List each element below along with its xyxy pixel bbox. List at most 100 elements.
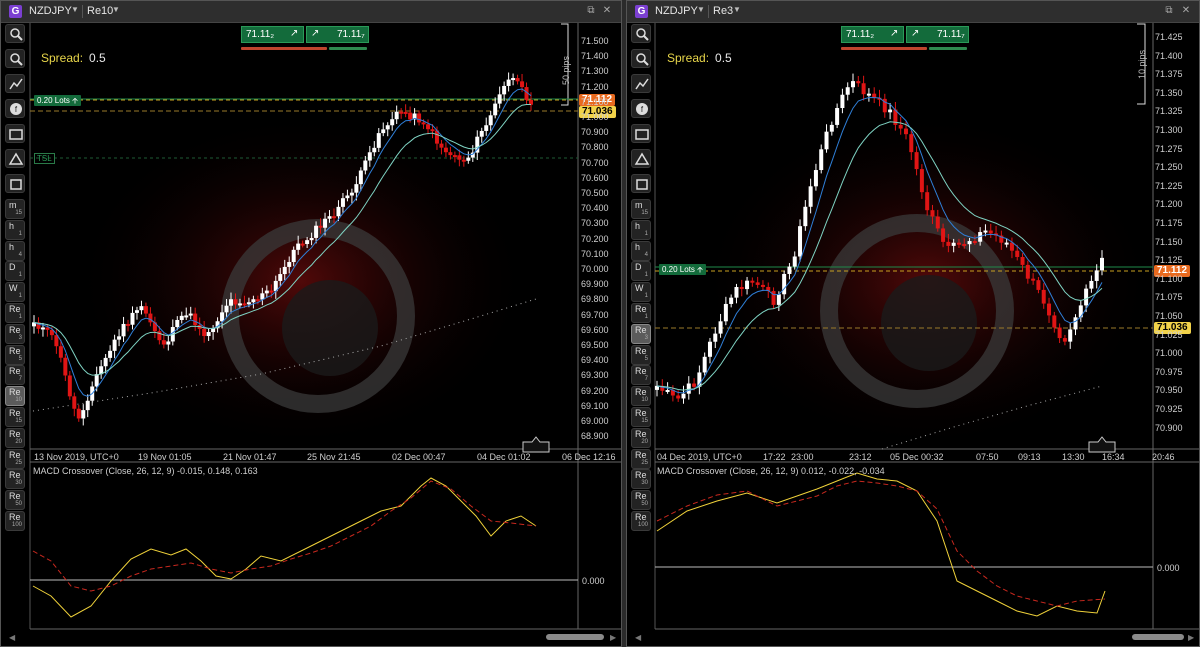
candle-body [925, 192, 930, 211]
candle-body [63, 357, 68, 376]
buy-button[interactable]: ↗ 71.11₇ [906, 26, 969, 43]
candle-body [734, 287, 739, 298]
candle-body [760, 284, 765, 287]
candle-body [202, 328, 207, 337]
arrow-icon: ↗ [911, 28, 920, 39]
price-tick-label: 71.375 [1155, 69, 1183, 80]
candle-body [983, 230, 988, 233]
time-tick-label: 23:12 [849, 452, 872, 462]
candle-body [946, 241, 951, 246]
candle-body [139, 306, 144, 311]
candle [36, 317, 41, 334]
price-tick-label: 70.000 [581, 264, 609, 274]
candle [515, 74, 520, 85]
candle [506, 72, 511, 92]
price-tick-label: 71.100 [1155, 273, 1183, 284]
time-tick-label: 16:34 [1102, 452, 1125, 462]
candle-body [488, 115, 493, 126]
candle-body [1015, 250, 1020, 257]
scroll-left-icon[interactable]: ◀ [9, 633, 15, 642]
candle-body [792, 256, 797, 267]
time-tick-label: 04 Dec 01:02 [477, 452, 531, 462]
candle-body [1094, 270, 1099, 281]
candle-body [112, 339, 117, 351]
time-tick-label: 20:46 [1152, 452, 1175, 462]
candle [702, 352, 707, 376]
price-tick-label: 69.100 [581, 400, 609, 411]
sell-indicator-bar [241, 47, 327, 50]
spread-label: Spread: [41, 51, 84, 65]
candle-body [840, 94, 845, 109]
candle-body [394, 111, 399, 120]
price-tick-label: 69.900 [581, 279, 609, 290]
scroll-right-icon[interactable]: ▶ [1188, 633, 1194, 642]
candle-body [1020, 256, 1025, 265]
candle-body [988, 230, 993, 234]
price-tick-label: 71.200 [1155, 199, 1183, 210]
candle-body [251, 299, 256, 303]
sell-button[interactable]: 71.11₂ ↗ [241, 26, 304, 43]
price-chart[interactable] [1, 1, 622, 647]
candle-body [417, 113, 422, 123]
candle-body [246, 302, 251, 305]
candle-body [755, 282, 760, 285]
candle-body [851, 81, 856, 88]
candle-body [381, 129, 386, 134]
candle-body [935, 216, 940, 229]
price-tick-label: 71.350 [1155, 87, 1183, 98]
candle [85, 394, 90, 418]
time-tick-label: 02 Dec 00:47 [392, 452, 446, 462]
candle [76, 404, 81, 422]
position-label[interactable]: 0.20 Lots 🡩 [659, 264, 706, 275]
candle-body [336, 206, 341, 217]
candle-body [972, 241, 977, 244]
candle [511, 73, 516, 86]
candle-body [354, 184, 359, 193]
time-tick-label: 05 Dec 00:32 [890, 452, 944, 462]
candle-body [782, 273, 787, 295]
candle-body [713, 333, 718, 342]
price-tick-label: 70.500 [581, 188, 609, 198]
spread-label: Spread: [667, 51, 710, 65]
candle [32, 315, 36, 334]
price-tick-label: 68.900 [581, 431, 609, 442]
scroll-right-icon[interactable]: ▶ [610, 633, 616, 642]
candle-body [278, 274, 283, 281]
chart-window-right: G NZDJPY ▼ Re3 ▼ ⧉ ✕ f m 15 h 1 h 4 D 1 W 1 Re 1 Re 3 R… [626, 0, 1200, 647]
position-label[interactable]: 0.20 Lots 🡩 [34, 95, 81, 106]
candle-body [430, 129, 435, 132]
buy-button[interactable]: ↗ 71.11₇ [306, 26, 369, 43]
sell-button[interactable]: 71.11₂ ↗ [841, 26, 904, 43]
candle-body [665, 389, 670, 392]
candle-body [967, 241, 972, 245]
candle-body [718, 321, 723, 334]
candle-body [242, 303, 247, 306]
sell-price: 71.11₂ [846, 29, 875, 40]
scrollbar-thumb[interactable] [1132, 634, 1184, 640]
tsl-label[interactable]: TSL [34, 153, 55, 164]
price-tick-label: 70.975 [1155, 366, 1183, 377]
price-tick-label: 69.800 [581, 294, 609, 305]
candle [479, 127, 484, 143]
candle-body [345, 195, 350, 199]
candle-body [309, 237, 314, 241]
candle-body [479, 130, 484, 137]
candle-body [1068, 329, 1073, 342]
scrollbar-thumb[interactable] [546, 634, 604, 640]
candle-body [861, 83, 866, 95]
candle-body [692, 383, 697, 387]
candle-body [376, 133, 381, 148]
buy-price: 71.11₇ [337, 29, 365, 40]
price-tick-label: 70.900 [1155, 422, 1183, 433]
candle-body [856, 81, 861, 84]
candle-body [898, 124, 903, 129]
price-chart[interactable] [627, 1, 1200, 647]
candle-body [1004, 242, 1009, 245]
time-tick-label: 13:30 [1062, 452, 1085, 462]
scroll-left-icon[interactable]: ◀ [635, 633, 641, 642]
candle [72, 392, 77, 417]
candle-body [94, 374, 99, 387]
candle-body [776, 294, 781, 305]
candle [686, 376, 691, 400]
time-tick-label: 23:00 [791, 452, 814, 462]
